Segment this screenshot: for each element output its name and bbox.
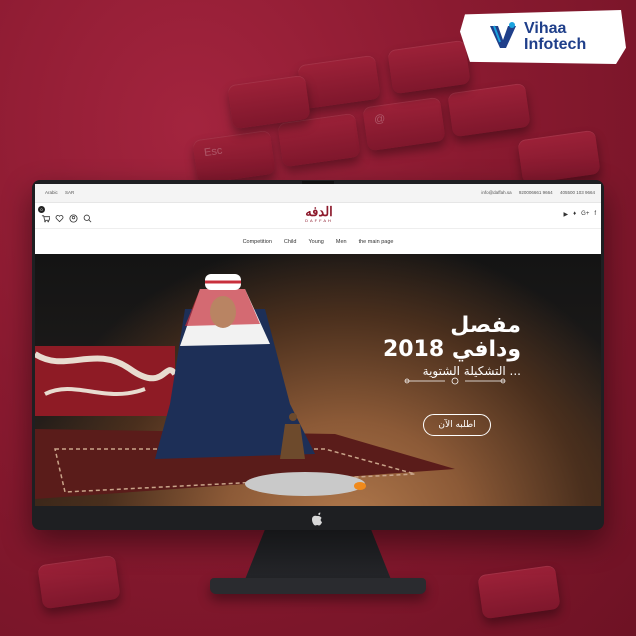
hero-photo: [35, 274, 455, 499]
hero-headline: مفصل 2018 ودافي التشكيلة الشتوية ...: [382, 313, 521, 379]
logo-english: DAFFAH: [305, 218, 333, 223]
search-icon[interactable]: [83, 210, 92, 223]
daffah-logo[interactable]: الدفه DAFFAH: [299, 204, 339, 223]
hero-title-line2: 2018 ودافي: [382, 337, 521, 362]
monitor-stand: [244, 530, 392, 582]
nav-item-competition[interactable]: Competition: [243, 239, 272, 245]
site-topbar: Arabic SAR info@daffah.sa 920006661 9664…: [35, 184, 601, 203]
contact-email[interactable]: info@daffah.sa: [481, 190, 511, 195]
keyboard-key: [517, 129, 601, 185]
keyboard-key: [297, 54, 381, 110]
keyboard-key: [227, 74, 311, 130]
nav-item-young[interactable]: Young: [308, 239, 323, 245]
keyboard-key: @: [362, 96, 446, 152]
contact-phone: 405500 103 9664: [559, 190, 595, 195]
currency-selector[interactable]: SAR: [65, 190, 74, 195]
monitor-screen: Arabic SAR info@daffah.sa 920006661 9664…: [35, 184, 601, 506]
google-plus-icon[interactable]: G+: [581, 211, 589, 218]
keyboard-key: Esc: [192, 129, 276, 185]
keyboard-key: [447, 82, 531, 138]
apple-logo-icon: [312, 512, 322, 526]
cart-icon[interactable]: 0: [38, 206, 51, 223]
logo-arabic: الدفه: [305, 204, 333, 219]
hero-banner: مفصل 2018 ودافي التشكيلة الشتوية ... اطل…: [35, 254, 601, 506]
twitter-icon[interactable]: ♦: [573, 211, 576, 218]
contact-phone: 920006661 9664: [518, 190, 553, 195]
facebook-icon[interactable]: f: [594, 211, 596, 218]
monitor-base: [210, 578, 426, 594]
nav-item-men[interactable]: Men: [336, 239, 347, 245]
brand-name-line1: Vihaa: [524, 20, 567, 37]
hero-title-line1: مفصل: [450, 313, 521, 338]
main-nav: Competition Child Young Men the main pag…: [35, 228, 601, 255]
keyboard-key: [277, 112, 361, 168]
keyboard-key: [37, 554, 121, 610]
user-icon[interactable]: [69, 210, 78, 223]
youtube-icon[interactable]: ▶: [563, 211, 568, 218]
nav-item-child[interactable]: Child: [284, 239, 297, 245]
ornament-divider: [404, 377, 506, 385]
cart-count-badge: 0: [38, 206, 45, 213]
heart-icon[interactable]: [55, 210, 64, 223]
vihaa-logo-icon: [490, 22, 516, 48]
vihaa-infotech-logo: Vihaa Infotech: [460, 10, 626, 64]
language-selector[interactable]: Arabic: [45, 190, 58, 195]
brand-name-line2: Infotech: [524, 36, 587, 53]
keyboard-key: [387, 39, 471, 95]
keyboard-key: [477, 564, 561, 620]
site-header: 0 الدفه DAFFAH ▶ ♦ G+ f: [35, 203, 601, 227]
order-now-button[interactable]: اطلبه الآن: [423, 414, 491, 436]
nav-item-main-page[interactable]: the main page: [359, 239, 394, 245]
